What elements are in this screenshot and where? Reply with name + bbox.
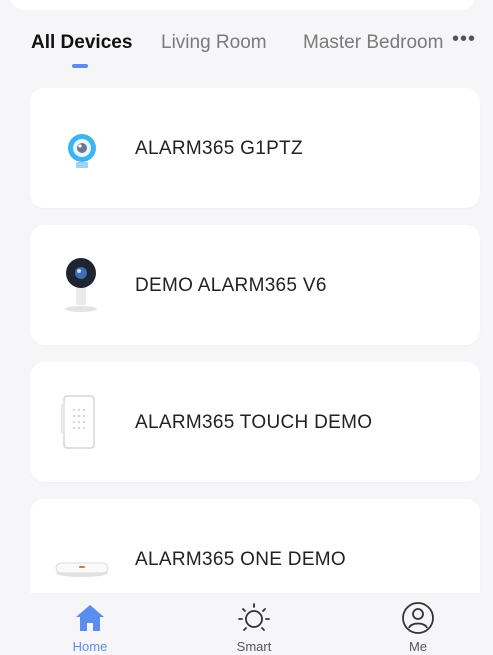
device-name: DEMO ALARM365 V6 — [135, 275, 327, 296]
touch-panel-icon — [50, 392, 110, 452]
tab-living-room[interactable]: Living Room — [161, 32, 267, 54]
active-tab-indicator — [72, 64, 88, 68]
tab-master-bedroom[interactable]: Master Bedroom — [303, 32, 443, 54]
tab-me[interactable]: Me — [378, 601, 458, 654]
ptz-camera-icon — [50, 128, 110, 172]
tab-me-label: Me — [408, 639, 428, 654]
tab-smart[interactable]: Smart — [214, 601, 294, 654]
tab-all-devices[interactable]: All Devices — [31, 32, 132, 54]
device-card[interactable]: ALARM365 TOUCH DEMO — [30, 362, 480, 482]
home-screen: All Devices Living Room Master Bedroom •… — [0, 0, 493, 655]
more-dots-icon[interactable]: ••• — [452, 28, 476, 51]
device-name: ALARM365 ONE DEMO — [135, 549, 346, 570]
device-name: ALARM365 G1PTZ — [135, 138, 303, 159]
bottom-tab-bar: Home Smart Me — [0, 593, 493, 655]
tab-home-label: Home — [72, 639, 108, 654]
home-icon — [73, 601, 107, 635]
scrolled-card-remnant — [10, 0, 475, 10]
room-tabs: All Devices Living Room Master Bedroom •… — [0, 26, 493, 74]
hub-device-icon — [50, 539, 110, 583]
tab-home[interactable]: Home — [50, 601, 130, 654]
user-circle-icon — [401, 601, 435, 635]
device-card[interactable]: ALARM365 G1PTZ — [30, 88, 480, 208]
device-card[interactable]: DEMO ALARM365 V6 — [30, 225, 480, 345]
indoor-camera-icon — [50, 255, 110, 315]
device-name: ALARM365 TOUCH DEMO — [135, 412, 373, 433]
tab-smart-label: Smart — [236, 639, 272, 654]
sun-icon — [237, 601, 271, 635]
